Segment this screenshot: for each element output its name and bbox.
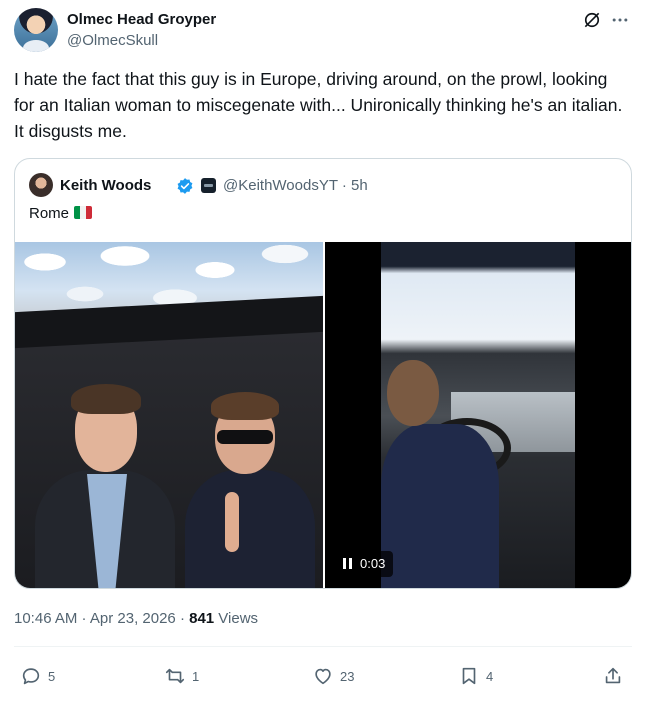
reply-button[interactable]: 5 <box>20 660 55 692</box>
grok-icon[interactable] <box>582 10 602 30</box>
person-left <box>35 384 175 588</box>
like-count: 23 <box>340 668 355 684</box>
quoted-author-avatar[interactable] <box>29 173 53 197</box>
author-handle[interactable]: @OlmecSkull <box>67 32 158 49</box>
repost-button[interactable]: 1 <box>164 660 199 692</box>
post-header: Olmec Head Groyper @OlmecSkull <box>14 8 632 56</box>
author-display-name[interactable]: Olmec Head Groyper <box>67 11 216 28</box>
share-icon <box>605 667 621 684</box>
quoted-author-handle-and-time[interactable]: @KeithWoodsYT · 5h <box>223 177 368 194</box>
repost-count: 1 <box>192 668 200 684</box>
heart-icon <box>315 668 331 685</box>
quoted-post-header: Keith Woods @KeithWoodsYT · 5h <box>29 173 619 199</box>
views-count: 841 <box>189 610 215 627</box>
affiliate-badge-icon <box>201 178 216 193</box>
video-frame <box>381 242 575 588</box>
bookmark-icon <box>462 667 476 685</box>
quoted-post-text: Rome <box>29 205 93 222</box>
repost-icon <box>165 668 185 684</box>
video-player[interactable]: 0:03 <box>325 242 631 588</box>
quoted-post[interactable]: Keith Woods @KeithWoodsYT · 5h Rome 0:03 <box>14 158 632 589</box>
like-button[interactable]: 23 <box>312 660 354 692</box>
pause-icon[interactable] <box>343 558 352 569</box>
author-avatar[interactable] <box>14 8 58 52</box>
views-label: Views <box>214 610 259 627</box>
person-right <box>185 392 315 588</box>
photo-car-selfie[interactable] <box>15 242 323 588</box>
post-text: I hate the fact that this guy is in Euro… <box>14 69 623 141</box>
video-driver <box>381 360 501 588</box>
quoted-post-text-content: Rome <box>29 205 70 222</box>
bookmark-count: 4 <box>486 668 494 684</box>
share-button[interactable] <box>602 660 630 692</box>
video-time-label: 0:03 <box>360 556 386 571</box>
italy-flag-icon <box>74 206 93 219</box>
divider <box>14 646 632 647</box>
quoted-author-display-name[interactable]: Keith Woods <box>60 177 151 194</box>
post-meta: 10:46 AM · Apr 23, 2026 · 841 Views <box>14 610 258 627</box>
reply-icon <box>22 668 40 685</box>
post-timestamp[interactable]: 10:46 AM · Apr 23, 2026 · <box>14 610 189 627</box>
video-timestamp[interactable]: 0:03 <box>335 551 394 577</box>
more-options-icon[interactable] <box>610 10 630 30</box>
action-bar: 5 1 23 4 <box>14 660 632 692</box>
bookmark-button[interactable]: 4 <box>458 660 493 692</box>
verified-badge-icon <box>177 178 193 194</box>
reply-count: 5 <box>48 668 56 684</box>
